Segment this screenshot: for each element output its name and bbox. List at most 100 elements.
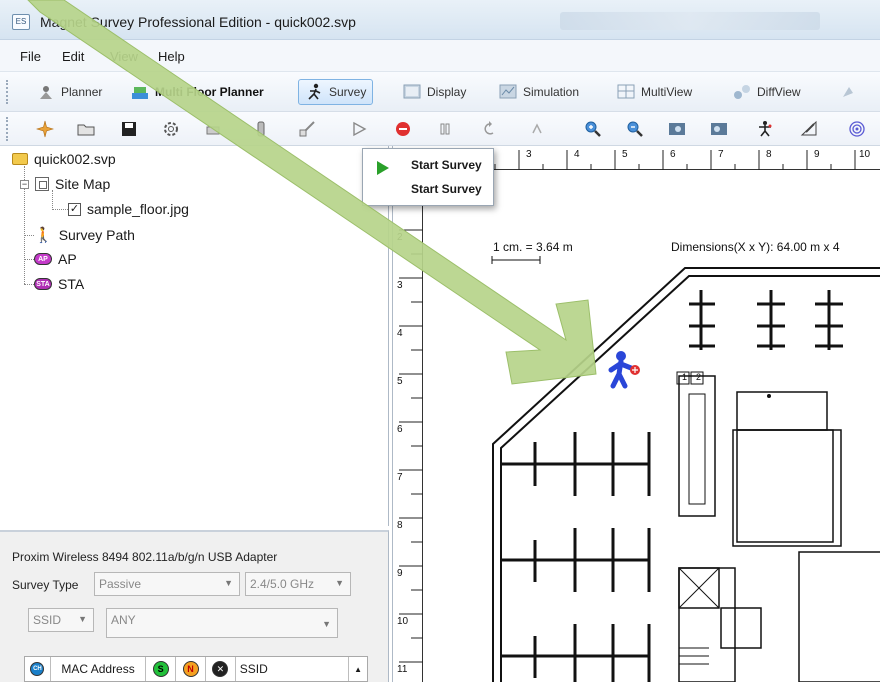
filter-value: ANY <box>111 613 136 627</box>
menu-edit[interactable]: Edit <box>62 49 84 64</box>
ruler-top-label: 4 <box>574 149 580 160</box>
fit-icon[interactable] <box>666 118 688 140</box>
site-map-label: Site Map <box>55 176 111 192</box>
dimensions-label: Dimensions(X x Y): 64.00 m x 4 <box>671 240 840 254</box>
redo-icon[interactable] <box>526 118 548 140</box>
draw-icon[interactable] <box>798 118 820 140</box>
multi-floor-icon <box>131 83 149 101</box>
ruler-left-label: 3 <box>397 280 403 291</box>
column-security[interactable]: ✕ <box>206 657 236 681</box>
filter-field-select[interactable]: SSID ▼ <box>28 608 94 632</box>
tree-item-floor-image[interactable]: ✓ sample_floor.jpg <box>68 198 189 220</box>
sta-icon: STA <box>34 278 52 290</box>
display-label: Display <box>427 85 467 99</box>
walker-icon[interactable] <box>754 118 776 140</box>
survey-type-value: Passive <box>99 577 142 591</box>
survey-path-label: Survey Path <box>58 227 135 243</box>
collapse-icon[interactable]: − <box>20 179 29 189</box>
ruler-left-label: 7 <box>397 472 403 483</box>
tree-item-sta[interactable]: STA STA <box>34 273 84 295</box>
column-ssid[interactable]: SSID <box>236 657 350 681</box>
multiview-icon <box>617 83 635 101</box>
menu-bar: File Edit View Help <box>0 40 880 72</box>
multi-floor-planner-label: Multi Floor Planner <box>155 85 264 99</box>
diffview-button[interactable]: DiffView <box>726 79 808 105</box>
adapter-icon[interactable] <box>250 118 272 140</box>
menu-view[interactable]: View <box>110 49 138 64</box>
map-canvas[interactable]: 3 4 5 6 7 8 9 10 2 3 4 5 6 7 8 9 10 11 1… <box>392 146 880 682</box>
save-icon[interactable] <box>118 118 140 140</box>
survey-button[interactable]: Survey <box>298 79 374 105</box>
menu-file[interactable]: File <box>20 49 41 64</box>
room-label: 2 <box>696 372 702 382</box>
folder-icon <box>12 153 28 165</box>
ruler-left: 2 3 4 5 6 7 8 9 10 11 <box>393 170 423 682</box>
undo-icon[interactable] <box>478 118 500 140</box>
floor-image-label: sample_floor.jpg <box>87 201 189 217</box>
survey-type-select[interactable]: Passive ▼ <box>94 572 240 596</box>
stop-icon[interactable] <box>392 118 414 140</box>
multi-floor-planner-button[interactable]: Multi Floor Planner <box>124 79 271 105</box>
zoom-area-icon[interactable] <box>708 118 730 140</box>
band-value: 2.4/5.0 GHz <box>250 577 315 591</box>
toolbar-grip[interactable] <box>6 80 9 104</box>
tree-root-label: quick002.svp <box>34 151 116 167</box>
channel-icon: CH <box>30 662 45 676</box>
simulation-button[interactable]: Simulation <box>492 79 586 105</box>
scroll-up-icon[interactable]: ▲ <box>349 657 367 681</box>
ap-label: AP <box>58 251 77 267</box>
title-bar: ES Magnet Survey Professional Edition - … <box>0 0 880 40</box>
floor-image-checkbox[interactable]: ✓ <box>68 202 81 216</box>
settings-icon[interactable] <box>160 118 182 140</box>
security-badge-icon: ✕ <box>212 661 229 677</box>
column-mac-address[interactable]: MAC Address <box>51 657 147 681</box>
ruler-left-label: 8 <box>397 520 403 531</box>
column-noise[interactable]: N <box>176 657 206 681</box>
filter-value-select[interactable]: ANY ▼ <box>106 608 338 638</box>
tree-item-site-map[interactable]: − Site Map <box>20 173 110 195</box>
tooltip-description: Start Survey <box>411 182 482 196</box>
toolbar-grip[interactable] <box>6 117 9 141</box>
more-mode-button[interactable] <box>832 79 864 105</box>
ruler-top-label: 8 <box>766 149 772 160</box>
walker-icon: 🚶 <box>34 227 53 244</box>
column-signal[interactable]: S <box>146 657 177 681</box>
edit-path-icon[interactable] <box>296 118 318 140</box>
simulation-label: Simulation <box>523 85 580 99</box>
floor-plan[interactable] <box>489 264 880 682</box>
tree-item-ap[interactable]: AP AP <box>34 248 77 270</box>
diffview-label: DiffView <box>757 85 801 99</box>
band-select[interactable]: 2.4/5.0 GHz ▼ <box>245 572 351 596</box>
site-map-icon <box>35 177 49 191</box>
column-ch[interactable]: CH <box>25 657 51 681</box>
tree-guide-line <box>24 284 34 285</box>
chevron-down-icon: ▼ <box>78 614 87 624</box>
results-table-header: CH MAC Address S N ✕ SSID ▲ <box>24 656 368 682</box>
ruler-left-label: 6 <box>397 424 403 435</box>
column-ssid-label: SSID <box>239 662 268 676</box>
ruler-left-label: 9 <box>397 568 403 579</box>
mode-toolbar: Planner Multi Floor Planner Survey Displ… <box>0 72 880 112</box>
walker-marker-icon[interactable] <box>608 351 640 389</box>
menu-help[interactable]: Help <box>158 49 185 64</box>
zoom-out-icon[interactable] <box>624 118 646 140</box>
display-button[interactable]: Display <box>396 79 473 105</box>
play-icon[interactable] <box>348 118 370 140</box>
tree-item-survey-path[interactable]: 🚶 Survey Path <box>34 224 135 246</box>
planner-button[interactable]: Planner <box>30 79 109 105</box>
window-title: Magnet Survey Professional Edition - qui… <box>40 14 356 30</box>
app-icon[interactable]: ES <box>12 14 30 30</box>
pause-icon[interactable] <box>434 118 456 140</box>
survey-type-label: Survey Type <box>12 578 79 592</box>
open-icon[interactable] <box>76 118 98 140</box>
adapter-name: Proxim Wireless 8494 802.11a/b/g/n USB A… <box>12 550 278 564</box>
ruler-left-label: 11 <box>397 664 408 675</box>
signal-icon[interactable] <box>846 118 868 140</box>
print-icon[interactable] <box>202 118 224 140</box>
zoom-in-icon[interactable] <box>582 118 604 140</box>
new-icon[interactable] <box>34 118 56 140</box>
tree-root[interactable]: quick002.svp <box>12 148 116 170</box>
multiview-button[interactable]: MultiView <box>610 79 699 105</box>
scale-label: 1 cm. = 3.64 m <box>493 240 573 254</box>
scale-bar <box>491 256 541 264</box>
